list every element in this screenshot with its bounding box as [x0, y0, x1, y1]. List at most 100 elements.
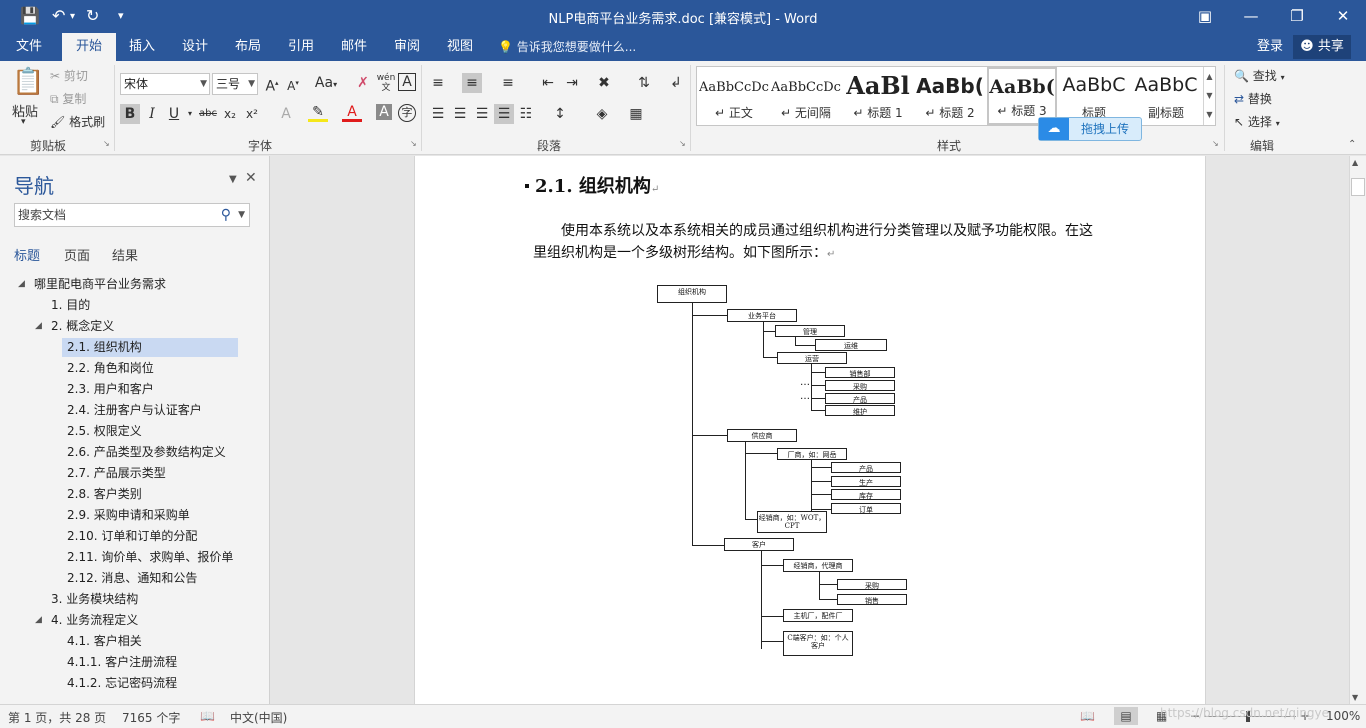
nav-heading-item[interactable]: 4. 业务流程定义: [51, 611, 138, 630]
nav-heading-item[interactable]: 2.6. 产品类型及参数结构定义: [67, 443, 226, 462]
nav-heading-item[interactable]: 2.10. 订单和订单的分配: [67, 527, 197, 546]
nav-heading-item[interactable]: 2.9. 采购申请和采购单: [67, 506, 190, 525]
change-case-button[interactable]: Aa▾: [312, 73, 340, 93]
align-right-icon[interactable]: ☰: [472, 104, 492, 124]
section-heading[interactable]: 2.1. 组织机构↵: [535, 172, 659, 198]
style-no-spacing[interactable]: AaBbCcDc ↵ 无间隔: [771, 67, 841, 125]
paragraph-line[interactable]: 里组织机构是一个多级树形结构。如下图所示：↵: [533, 242, 835, 262]
nav-heading-item[interactable]: 2.12. 消息、通知和公告: [67, 569, 197, 588]
shrink-font-icon[interactable]: A▾: [283, 73, 303, 93]
tab-file[interactable]: 文件: [2, 33, 56, 61]
nav-heading-item[interactable]: 2.8. 客户类别: [67, 485, 142, 504]
styles-launcher-icon[interactable]: ↘: [1212, 139, 1219, 148]
chevron-down-icon[interactable]: ▼: [238, 204, 245, 226]
paragraph-line[interactable]: 使用本系统以及本系统相关的成员通过组织机构进行分类管理以及赋予功能权限。在这: [561, 220, 1093, 240]
nav-heading-item[interactable]: 2.11. 询价单、求购单、报价单: [67, 548, 233, 567]
page-count[interactable]: 第 1 页，共 28 页: [8, 709, 106, 726]
strikethrough-button[interactable]: abc: [198, 104, 218, 124]
find-button[interactable]: 🔍 查找 ▾: [1234, 67, 1285, 84]
nav-heading-item[interactable]: 2.3. 用户和客户: [67, 380, 154, 399]
character-shading-icon[interactable]: A: [376, 104, 392, 120]
borders-icon[interactable]: ▦: [626, 104, 646, 124]
nav-heading-item[interactable]: 2.4. 注册客户与认证客户: [67, 401, 202, 420]
align-center-icon[interactable]: ☰: [450, 104, 470, 124]
nav-heading-item[interactable]: 哪里配电商平台业务需求: [34, 275, 166, 294]
tab-layout[interactable]: 布局: [221, 33, 275, 61]
read-mode-icon[interactable]: 📖: [1080, 709, 1095, 723]
style-subtitle[interactable]: AaBbC 副标题: [1131, 67, 1201, 125]
justify-icon[interactable]: ☰: [494, 104, 514, 124]
bold-button[interactable]: B: [120, 104, 140, 124]
paste-dropdown-icon[interactable]: ▾: [21, 117, 26, 127]
nav-heading-item[interactable]: 2.2. 角色和岗位: [67, 359, 154, 378]
scroll-down-icon[interactable]: ▼: [1352, 693, 1358, 702]
cut-button[interactable]: ✂ 剪切: [50, 67, 88, 84]
tab-insert[interactable]: 插入: [115, 33, 169, 61]
nav-heading-item[interactable]: 3. 业务模块结构: [51, 590, 138, 609]
search-input[interactable]: 搜索文档 ⚲ ▼: [14, 203, 250, 227]
tab-design[interactable]: 设计: [168, 33, 222, 61]
character-border-icon[interactable]: A: [398, 73, 416, 91]
nav-heading-item[interactable]: 2. 概念定义: [51, 317, 114, 336]
subscript-button[interactable]: x₂: [220, 104, 240, 124]
proofing-icon[interactable]: 📖: [200, 709, 215, 723]
styles-scroll[interactable]: ▲ ▼ ▼: [1203, 67, 1215, 125]
nav-heading-item[interactable]: 1. 目的: [51, 296, 90, 315]
chinese-layout-icon[interactable]: ✖: [594, 73, 614, 93]
font-color-icon[interactable]: A: [342, 104, 362, 122]
nav-heading-item[interactable]: 4.1. 客户相关: [67, 632, 142, 651]
drag-upload-button[interactable]: ☁ 拖拽上传: [1038, 117, 1142, 141]
vertical-scrollbar[interactable]: ▲ ▼: [1349, 156, 1366, 704]
italic-button[interactable]: I: [142, 104, 162, 124]
bullets-icon[interactable]: ≡: [428, 73, 448, 93]
expand-collapse-icon[interactable]: ◢: [18, 275, 25, 294]
enclose-characters-icon[interactable]: 字: [398, 104, 416, 122]
select-button[interactable]: ↖ 选择 ▾: [1234, 113, 1280, 130]
ribbon-display-icon[interactable]: ▣: [1182, 4, 1228, 28]
underline-dropdown-icon[interactable]: ▾: [180, 104, 200, 124]
nav-heading-item[interactable]: 2.1. 组织机构: [62, 338, 238, 357]
document-page[interactable]: 2.1. 组织机构↵ 使用本系统以及本系统相关的成员通过组织机构进行分类管理以及…: [414, 156, 1206, 704]
style-heading-2[interactable]: AaBb(↵ 标题 2: [915, 67, 985, 125]
align-left-icon[interactable]: ☰: [428, 104, 448, 124]
font-name-combo[interactable]: 宋体 ▼: [120, 73, 210, 95]
decrease-indent-icon[interactable]: ⇤: [538, 73, 558, 93]
word-count[interactable]: 7165 个字: [122, 709, 180, 726]
nav-heading-item[interactable]: 2.7. 产品展示类型: [67, 464, 166, 483]
nav-heading-item[interactable]: 4.1.1. 客户注册流程: [67, 653, 177, 672]
language-indicator[interactable]: 中文(中国): [230, 709, 287, 726]
search-icon[interactable]: ⚲: [221, 204, 231, 226]
font-launcher-icon[interactable]: ↘: [410, 139, 417, 148]
share-button[interactable]: ☻ 共享: [1293, 35, 1351, 59]
style-heading-1[interactable]: AaBl ↵ 标题 1: [843, 67, 913, 125]
print-layout-icon[interactable]: ▤: [1114, 707, 1138, 725]
replace-button[interactable]: ⇄ 替换: [1234, 90, 1272, 107]
collapse-ribbon-icon[interactable]: ⌃: [1348, 139, 1356, 150]
copy-button[interactable]: ⧉ 复制: [50, 90, 86, 107]
nav-tab-headings[interactable]: 标题: [14, 245, 40, 264]
login-link[interactable]: 登录: [1257, 33, 1283, 61]
font-size-combo[interactable]: 三号 ▼: [212, 73, 258, 95]
grow-font-icon[interactable]: A▴: [262, 73, 282, 95]
text-effects-icon[interactable]: A: [276, 104, 296, 124]
maximize-button[interactable]: ❐: [1274, 4, 1320, 28]
distributed-icon[interactable]: ☷: [516, 104, 536, 124]
shading-icon[interactable]: ◈: [592, 104, 612, 124]
tab-mailings[interactable]: 邮件: [327, 33, 381, 61]
paste-icon[interactable]: 📋: [12, 67, 44, 97]
nav-tab-results[interactable]: 结果: [112, 245, 138, 264]
clear-format-icon[interactable]: ✗: [353, 73, 373, 93]
sort-icon[interactable]: ⇅: [634, 73, 654, 93]
style-normal[interactable]: AaBbCcDc ↵ 正文: [699, 67, 769, 125]
tell-me-box[interactable]: 💡 告诉我您想要做什么...: [498, 33, 636, 61]
nav-heading-item[interactable]: 4.1.2. 忘记密码流程: [67, 674, 177, 693]
nav-options-icon[interactable]: ▼: [229, 174, 237, 185]
increase-indent-icon[interactable]: ⇥: [562, 73, 582, 93]
tab-view[interactable]: 视图: [433, 33, 487, 61]
line-spacing-icon[interactable]: ↕: [550, 104, 570, 124]
format-painter-button[interactable]: 🖌 格式刷: [50, 113, 105, 130]
minimize-button[interactable]: —: [1228, 4, 1274, 28]
close-button[interactable]: ✕: [1320, 4, 1366, 28]
tab-references[interactable]: 引用: [274, 33, 328, 61]
multilevel-list-icon[interactable]: ≡: [498, 73, 518, 93]
